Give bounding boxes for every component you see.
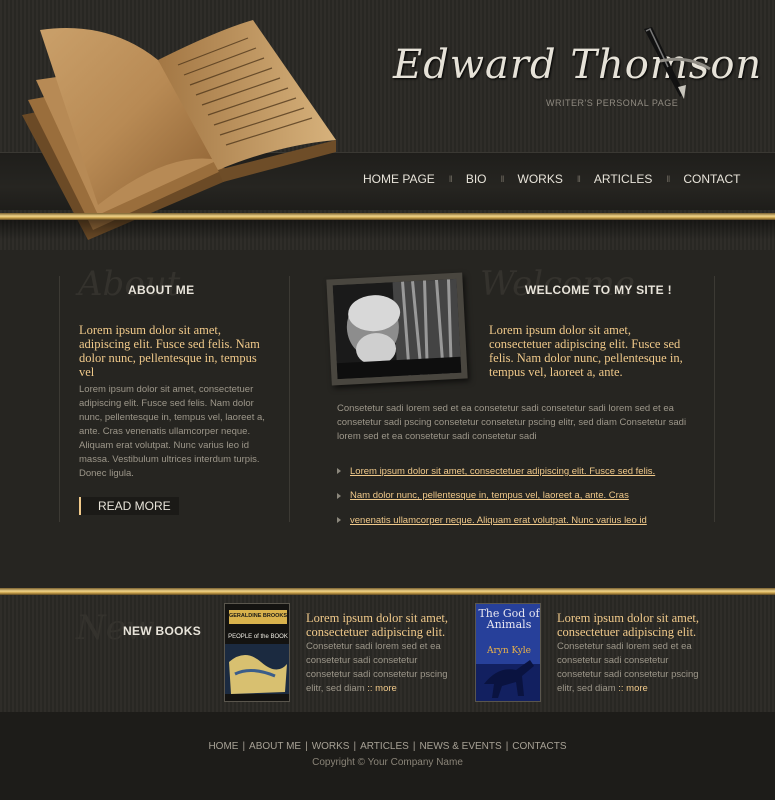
read-more-button[interactable]: READ MORE: [79, 497, 179, 515]
list-item: venenatis ullamcorper neque. Aliquam era…: [337, 508, 682, 533]
welcome-links: Lorem ipsum dolor sit amet, consectetuer…: [337, 459, 682, 533]
nav-separator: II: [666, 174, 670, 184]
footer-link-home[interactable]: HOME: [208, 741, 238, 752]
welcome-link[interactable]: venenatis ullamcorper neque. Aliquam era…: [350, 515, 647, 526]
about-lead: Lorem ipsum dolor sit amet, adipiscing e…: [79, 323, 260, 379]
welcome-body: Consetetur sadi lorem sed et ea consetet…: [337, 403, 687, 442]
footer-nav: HOME | ABOUT ME | WORKS | ARTICLES | NEWS & EVEN…: [0, 741, 775, 752]
welcome-lead: Lorem ipsum dolor sit amet, consectetuer…: [489, 323, 683, 379]
cover-author: GERALDINE BROOKS: [228, 613, 288, 619]
nav-home-page[interactable]: HOME PAGE: [363, 172, 435, 186]
footer-link-articles[interactable]: ARTICLES: [360, 741, 409, 752]
footer-link-about-me[interactable]: ABOUT ME: [249, 741, 301, 752]
nav-contact[interactable]: CONTACT: [683, 172, 740, 186]
header-divider: [0, 213, 775, 220]
footer-separator: |: [242, 741, 246, 752]
footer-separator: |: [412, 741, 416, 752]
footer-separator: |: [305, 741, 308, 752]
footer-link-works[interactable]: WORKS: [312, 741, 350, 752]
nav-separator: II: [576, 174, 581, 184]
column-divider: [714, 276, 715, 522]
main-nav: HOME PAGE II BIO II WORKS II ARTICLES II…: [363, 172, 740, 186]
footer-separator: |: [505, 741, 509, 752]
book-description: Consetetur sadi lorem sed et ea consetet…: [557, 640, 707, 696]
new-books-title: NEW BOOKS: [123, 624, 202, 638]
footer-link-contacts[interactable]: CONTACTS: [512, 741, 566, 752]
book-description: Consetetur sadi lorem sed et ea consetet…: [306, 640, 456, 696]
footer: [0, 712, 775, 800]
more-link[interactable]: :: more: [367, 683, 397, 694]
welcome-title: WELCOME TO MY SITE !: [525, 283, 672, 297]
column-divider: [289, 276, 290, 522]
nav-separator: II: [500, 174, 504, 184]
header-shadow: [0, 220, 775, 240]
fountain-pen-icon: [644, 27, 711, 99]
book-title: Lorem ipsum dolor sit amet, consectetuer…: [557, 611, 699, 639]
nav-bio[interactable]: BIO: [466, 172, 487, 186]
footer-separator: |: [353, 741, 357, 752]
bullet-arrow-icon: [337, 492, 341, 499]
nav-separator: II: [448, 174, 453, 184]
book-title: Lorem ipsum dolor sit amet, consectetuer…: [306, 611, 448, 639]
books-divider: [0, 588, 775, 595]
copyright: Copyright © Your Company Name: [312, 757, 463, 768]
nav-articles[interactable]: ARTICLES: [594, 172, 652, 186]
bullet-arrow-icon: [337, 468, 341, 475]
footer-link-news-events[interactable]: NEWS & EVENTS: [419, 741, 501, 752]
cover-author: Aryn Kyle: [487, 646, 531, 656]
about-body: Lorem ipsum dolor sit amet, consectetuer…: [79, 384, 265, 479]
about-title: ABOUT ME: [128, 283, 195, 297]
welcome-link[interactable]: Nam dolor nunc, pellentesque in, tempus …: [350, 490, 629, 501]
nav-works[interactable]: WORKS: [518, 172, 563, 186]
welcome-link[interactable]: Lorem ipsum dolor sit amet, consectetuer…: [350, 466, 655, 477]
cover-title: PEOPLE of the BOOK: [228, 634, 288, 640]
column-divider: [59, 276, 60, 522]
bullet-arrow-icon: [337, 517, 341, 524]
list-item: Lorem ipsum dolor sit amet, consectetuer…: [337, 459, 682, 484]
author-portrait-image: [332, 278, 462, 380]
list-item: Nam dolor nunc, pellentesque in, tempus …: [337, 484, 682, 509]
more-link[interactable]: :: more: [618, 683, 648, 694]
book-cover[interactable]: GERALDINE BROOKS PEOPLE of the BOOK: [224, 603, 290, 702]
cover-title: The God of Animals: [478, 607, 540, 631]
book-cover[interactable]: The God of Animals Aryn Kyle: [475, 603, 541, 702]
author-photo: [326, 272, 468, 386]
